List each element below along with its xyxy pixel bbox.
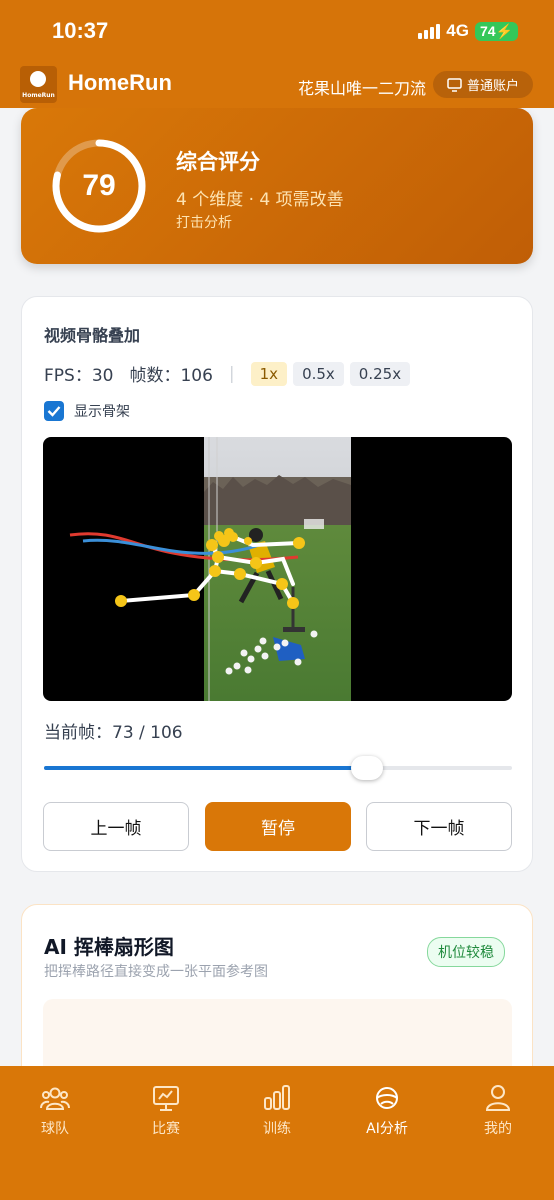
score-value: 79 [82,169,116,202]
bottom-nav: 球队 比赛 训练 AI分析 我的 [0,1066,554,1200]
score-tag: 打击分析 [176,215,232,231]
team-icon [40,1087,70,1110]
battery-icon: 74⚡ [474,21,518,41]
ai-card-subtitle: 把挥棒路径直接变成一张平面参考图 [44,964,268,980]
logo-text: HomeRun [22,92,55,99]
show-skeleton-toggle[interactable]: 显示骨架 [44,401,130,421]
prev-frame-button[interactable]: 上一帧 [43,802,189,851]
account-type-label: 普通账户 [466,79,519,94]
nav-item-ai-analysis[interactable]: AI分析 [347,1084,427,1138]
speed-0.25x-button[interactable]: 0.25x [349,361,411,386]
nav-label-profile: 我的 [484,1121,512,1137]
video-frame [69,437,351,701]
pause-button[interactable]: 暂停 [205,802,351,851]
slider-fill [44,766,366,770]
battery-level: 74 [479,22,496,39]
speed-1x-button[interactable]: 1x [250,361,288,386]
score-title: 综合评分 [176,150,260,174]
fps-label: FPS：30 [44,366,114,386]
nav-label-match: 比赛 [152,1121,180,1137]
nav-label-training: 训练 [263,1121,291,1137]
status-indicators: 4G 74⚡ [418,21,518,41]
training-icon [264,1085,290,1110]
match-icon [153,1086,179,1111]
score-subtitle: 4 个维度 · 4 项需改善 [176,190,344,210]
nav-item-team[interactable]: 球队 [15,1084,95,1138]
nav-item-profile[interactable]: 我的 [458,1084,538,1138]
signal-icon [418,23,441,39]
frame-count-label: 帧数：106 [129,366,213,386]
batting-practice-photo [204,437,351,701]
speed-0.5x-button[interactable]: 0.5x [293,361,344,386]
divider: | [228,363,235,384]
video-player[interactable] [43,437,512,701]
nav-item-match[interactable]: 比赛 [126,1084,206,1138]
score-card[interactable]: 79 综合评分 4 个维度 · 4 项需改善 打击分析 [21,108,533,264]
account-type-button[interactable]: 普通账户 [433,71,533,98]
profile-icon [485,1085,511,1111]
app-bar: HomeRun HomeRun 花果山唯一二刀流 普通账户 [0,62,554,108]
status-bar: 10:37 4G 74⚡ [0,0,554,62]
slider-thumb[interactable] [351,756,383,780]
video-skeleton-card: 视频骨骼叠加 FPS：30 帧数：106 | 1x 0.5x 0.25x 显示骨… [21,296,533,872]
ai-analysis-icon [376,1087,398,1109]
camera-stability-badge: 机位较稳 [427,937,505,967]
frame-slider[interactable] [44,755,512,781]
next-frame-button[interactable]: 下一帧 [366,802,512,851]
app-logo: HomeRun [20,66,57,103]
check-icon [47,406,61,417]
nav-label-ai-analysis: AI分析 [366,1121,408,1137]
monitor-icon [447,77,462,92]
show-skeleton-label: 显示骨架 [74,404,130,420]
checkbox[interactable] [44,401,64,421]
network-type: 4G [446,21,469,40]
video-info-row: FPS：30 帧数：106 | 1x 0.5x 0.25x [44,361,416,386]
top-header: 10:37 4G 74⚡ HomeRun HomeRun 花果山唯一二刀流 普通… [0,0,554,108]
user-name[interactable]: 花果山唯一二刀流 [298,75,426,99]
baseball-icon [30,71,46,87]
nav-label-team: 球队 [41,1121,69,1137]
video-card-title: 视频骨骼叠加 [44,326,141,345]
current-frame-label: 当前帧：73 / 106 [44,723,183,743]
ai-card-title: AI 挥棒扇形图 [44,935,174,959]
app-title: HomeRun [68,70,172,95]
status-time: 10:37 [52,18,109,43]
nav-item-training[interactable]: 训练 [237,1084,317,1138]
